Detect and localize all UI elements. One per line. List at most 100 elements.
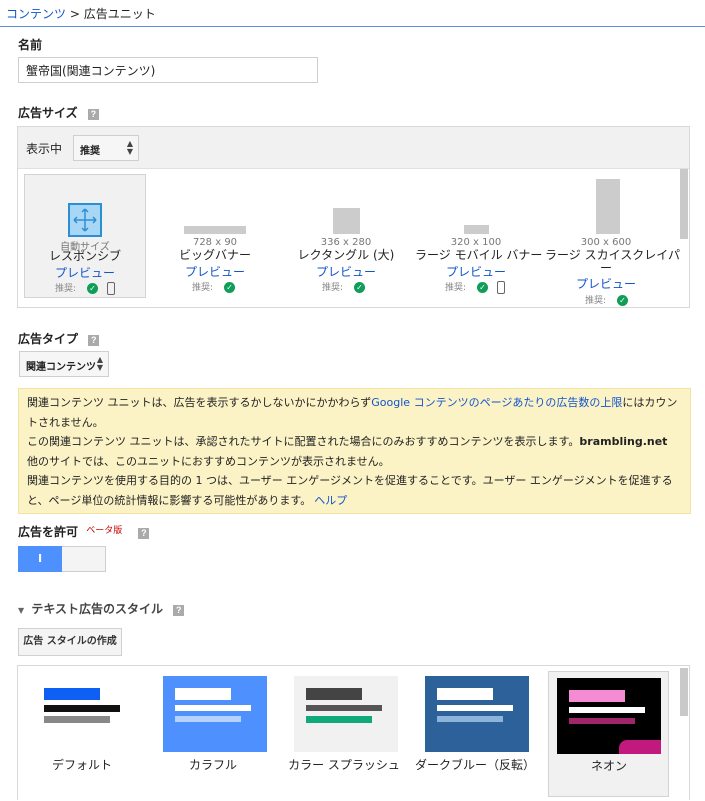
- size-card-responsive[interactable]: 自動サイズ レスポンシブ プレビュー 推奨: ✓: [24, 174, 146, 298]
- style-thumb: [557, 678, 661, 754]
- related-content-notice: 関連コンテンツ ユニットは、広告を表示するかしないかにかかわらずGoogle コ…: [18, 388, 691, 514]
- card-name: レクタングル (大): [297, 248, 395, 262]
- card-dimension: 320 x 100: [450, 237, 502, 248]
- ad-type-label: 広告タイプ ?: [18, 330, 100, 347]
- notice-text: 関連コンテンツを使用する目的の 1 つは、ユーザー エンゲージメントを促進するこ…: [27, 474, 673, 507]
- ad-size-label: 広告サイズ ?: [18, 104, 99, 121]
- card-recommended: 推奨: ✓: [322, 280, 365, 293]
- check-icon: ✓: [223, 282, 235, 293]
- thumb-text-bar: [44, 705, 120, 712]
- thumb-text-bar: [175, 705, 251, 711]
- style-thumb: [425, 676, 529, 752]
- card-dimension: 300 x 600: [580, 237, 632, 248]
- allow-ads-label: 広告を許可 ベータ版 ?: [18, 523, 150, 540]
- card-preview-link[interactable]: プレビュー: [285, 263, 407, 280]
- thumb-text-bar: [306, 705, 382, 711]
- help-icon[interactable]: ?: [138, 528, 150, 539]
- thumb-title-bar: [44, 688, 100, 700]
- card-dimension: 728 x 90: [192, 237, 238, 248]
- size-shape: [464, 225, 489, 234]
- thumb-accent-shape: [619, 740, 661, 754]
- thumb-url-bar: [175, 716, 241, 722]
- card-name-continued: ー: [599, 261, 612, 275]
- card-preview-link[interactable]: プレビュー: [415, 263, 537, 280]
- size-filter-select[interactable]: 推奨 ▲ ▼: [73, 135, 139, 161]
- ad-size-title: 広告サイズ: [18, 106, 78, 120]
- thumb-title-bar: [437, 688, 493, 700]
- help-link[interactable]: ヘルプ: [314, 494, 347, 507]
- style-card-color-splash[interactable]: カラー スプラッシュ: [284, 666, 404, 801]
- notice-paragraph-2: この関連コンテンツ ユニットは、承認されたサイトに配置された場合にのみおすすめコ…: [27, 432, 682, 452]
- thumb-url-bar: [437, 716, 503, 722]
- style-name: デフォルト: [51, 758, 112, 772]
- style-card-default[interactable]: デフォルト: [22, 666, 142, 801]
- check-icon: ✓: [86, 283, 98, 294]
- size-scrollbar[interactable]: [680, 169, 688, 239]
- text-style-label[interactable]: ▼ テキスト広告のスタイル ?: [18, 600, 185, 617]
- breadcrumb-root-link[interactable]: コンテンツ: [6, 7, 66, 21]
- check-icon: ✓: [616, 295, 628, 306]
- card-recommended: 推奨: ✓: [55, 281, 115, 295]
- ad-type-value: 関連コンテンツ: [26, 362, 96, 373]
- style-card-colorful[interactable]: カラフル: [153, 666, 273, 801]
- approved-site: brambling.net: [579, 435, 668, 448]
- card-name: ラージ モバイル バナー: [415, 248, 543, 262]
- thumb-url-bar: [44, 716, 110, 723]
- size-card-large-skyscraper[interactable]: 300 x 600 ラージ スカイスクレイパ ー プレビュー 推奨: ✓: [545, 174, 680, 306]
- ad-type-select[interactable]: 関連コンテンツ ▲ ▼: [19, 351, 109, 377]
- toggle-on-indicator: I: [18, 546, 62, 572]
- notice-paragraph-4: 関連コンテンツを使用する目的の 1 つは、ユーザー エンゲージメントを促進するこ…: [27, 471, 682, 510]
- ad-size-panel: 表示中 推奨 ▲ ▼ 自動サイズ レスポンシブ プレビュー 推奨: ✓ 728 x…: [17, 126, 690, 308]
- ad-type-title: 広告タイプ: [18, 332, 79, 346]
- help-icon[interactable]: ?: [173, 605, 185, 616]
- collapse-triangle-icon: ▼: [18, 606, 25, 615]
- style-card-dark-blue[interactable]: ダークブルー（反転）: [415, 666, 535, 801]
- thumb-title-bar: [306, 688, 362, 700]
- responsive-size-icon: [68, 203, 102, 237]
- size-card-large-rectangle[interactable]: 336 x 280 レクタングル (大) プレビュー 推奨: ✓: [285, 174, 407, 298]
- style-thumb: [294, 676, 398, 752]
- allow-ads-toggle[interactable]: I: [18, 546, 106, 572]
- card-recommended: 推奨: ✓: [192, 280, 235, 293]
- allow-ads-title: 広告を許可: [18, 525, 79, 539]
- ad-unit-name-input[interactable]: [18, 57, 318, 83]
- card-preview-link[interactable]: プレビュー: [25, 264, 145, 281]
- text-style-title: テキスト広告のスタイル: [31, 602, 163, 616]
- style-card-neon[interactable]: ネオン: [548, 671, 669, 797]
- mobile-icon: [496, 281, 505, 294]
- size-shape: [184, 226, 246, 234]
- recommended-label: 推奨:: [192, 283, 214, 293]
- thumb-text-bar: [569, 707, 645, 713]
- ad-size-filter-bar: 表示中 推奨 ▲ ▼: [18, 127, 689, 169]
- thumb-url-bar: [306, 716, 372, 723]
- size-card-leaderboard[interactable]: 728 x 90 ビッグバナー プレビュー 推奨: ✓: [154, 174, 276, 298]
- style-name: ダークブルー（反転）: [415, 758, 536, 772]
- notice-paragraph-1: 関連コンテンツ ユニットは、広告を表示するかしないかにかかわらずGoogle コ…: [27, 393, 682, 432]
- card-recommended: 推奨: ✓: [585, 293, 628, 306]
- check-icon: ✓: [476, 282, 488, 293]
- filter-label: 表示中: [26, 142, 63, 156]
- help-icon[interactable]: ?: [88, 335, 100, 346]
- size-shape: [596, 179, 620, 234]
- mobile-icon: [106, 282, 115, 295]
- notice-text: 関連コンテンツ ユニットは、広告を表示するかしないかにかかわらず: [27, 396, 372, 409]
- breadcrumb-separator: >: [69, 7, 80, 21]
- card-preview-link[interactable]: プレビュー: [545, 275, 667, 292]
- breadcrumb: コンテンツ > 広告ユニット: [6, 5, 156, 22]
- thumb-title-bar: [569, 690, 625, 702]
- card-preview-link[interactable]: プレビュー: [154, 263, 276, 280]
- card-name: ビッグバナー: [178, 248, 251, 262]
- notice-text: この関連コンテンツ ユニットは、承認されたサイトに配置された場合にのみおすすめコ…: [27, 435, 580, 448]
- thumb-url-bar: [569, 718, 635, 724]
- recommended-label: 推奨:: [55, 284, 77, 294]
- size-card-large-mobile-banner[interactable]: 320 x 100 ラージ モバイル バナー プレビュー 推奨: ✓: [415, 174, 543, 298]
- style-name: カラフル: [188, 758, 237, 772]
- check-icon: ✓: [353, 282, 365, 293]
- ad-limit-link[interactable]: Google コンテンツのページあたりの広告数の上限: [371, 396, 622, 409]
- name-label: 名前: [18, 38, 43, 52]
- help-icon[interactable]: ?: [87, 109, 99, 120]
- recommended-label: 推奨:: [585, 296, 607, 306]
- style-scrollbar[interactable]: [680, 668, 688, 716]
- breadcrumb-current: 広告ユニット: [83, 7, 156, 21]
- create-style-button[interactable]: 広告 スタイルの作成: [18, 628, 122, 656]
